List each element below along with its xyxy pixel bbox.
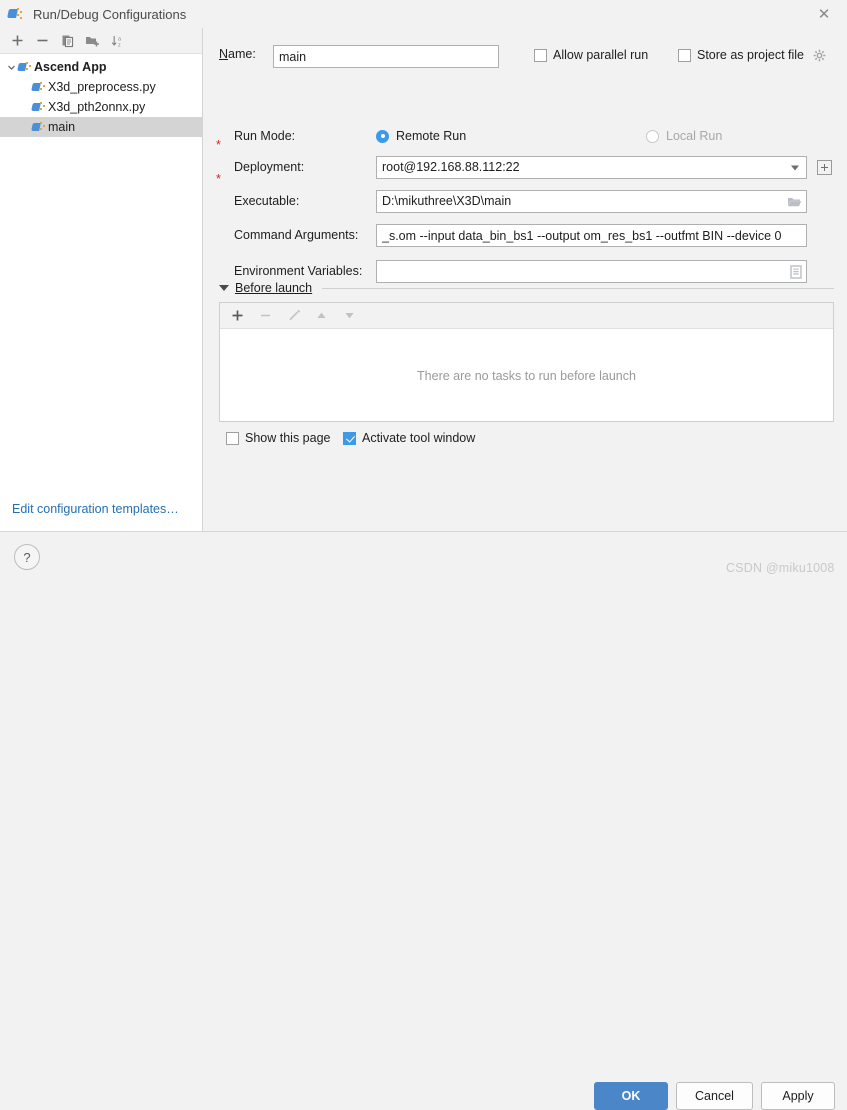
remove-configuration-button[interactable] (31, 30, 54, 51)
deployment-label: Deployment: (234, 160, 305, 174)
checkbox-box[interactable] (343, 431, 356, 445)
close-icon[interactable]: ✕ (801, 0, 847, 28)
checkbox-box[interactable] (226, 431, 239, 445)
before-launch-toolbar (220, 303, 833, 329)
tree-item-x3d-pth2onnx[interactable]: X3d_pth2onnx.py (0, 97, 202, 117)
add-task-button[interactable] (226, 305, 249, 326)
cancel-button[interactable]: Cancel (676, 1082, 753, 1110)
command-arguments-input[interactable] (376, 224, 807, 247)
activate-tool-window-checkbox[interactable]: Activate tool window (343, 431, 475, 445)
ascend-app-icon (31, 121, 46, 133)
allow-parallel-run-checkbox[interactable]: Allow parallel run (534, 48, 648, 62)
folder-open-icon[interactable] (787, 195, 802, 208)
tree-item-main[interactable]: main (0, 117, 202, 137)
apply-button[interactable]: Apply (761, 1082, 835, 1110)
configurations-tree: Ascend App X3d_preprocess.py X3d_pth2onn… (0, 54, 202, 137)
run-mode-remote-radio[interactable]: Remote Run (376, 129, 466, 143)
tree-item-label: X3d_preprocess.py (48, 79, 156, 94)
edit-task-button[interactable] (282, 305, 305, 326)
tree-item-x3d-preprocess[interactable]: X3d_preprocess.py (0, 77, 202, 97)
executable-required-marker: * (216, 172, 221, 186)
store-as-project-file-checkbox[interactable]: Store as project file (678, 48, 826, 62)
remote-run-label: Remote Run (396, 129, 467, 143)
tree-item-label: Ascend App (34, 59, 107, 74)
copy-configuration-button[interactable] (56, 30, 79, 51)
chevron-down-icon[interactable] (4, 63, 18, 72)
new-folder-button[interactable] (81, 30, 104, 51)
svg-text:z: z (118, 42, 121, 48)
gear-icon[interactable] (813, 49, 826, 62)
executable-label: Executable: (234, 194, 300, 208)
checkbox-box[interactable] (678, 48, 691, 62)
section-divider (322, 287, 834, 289)
window-title: Run/Debug Configurations (33, 6, 187, 22)
ascend-app-icon (31, 81, 46, 93)
name-label: Name: (219, 47, 256, 61)
radio-button[interactable] (376, 129, 389, 143)
configuration-form: Name: Allow parallel run Store as projec… (203, 28, 847, 531)
ascend-app-icon (17, 61, 32, 73)
before-launch-task-list: There are no tasks to run before launch (219, 302, 834, 422)
radio-button[interactable] (646, 129, 659, 143)
ascend-app-icon (7, 7, 24, 21)
tree-item-ascend-app[interactable]: Ascend App (0, 57, 202, 77)
show-this-page-checkbox[interactable]: Show this page (226, 431, 330, 445)
ascend-app-icon (31, 101, 46, 113)
list-edit-icon[interactable] (790, 264, 802, 279)
before-launch-title: Before launch (235, 281, 313, 295)
configurations-sidebar: a z Ascend App X3d_preprocess.py X3d_pth… (0, 28, 203, 531)
remove-task-button[interactable] (254, 305, 277, 326)
triangle-down-icon[interactable] (219, 285, 229, 291)
deployment-value: root@192.168.88.112:22 (382, 160, 520, 174)
add-deployment-button[interactable] (817, 160, 832, 175)
titlebar: Run/Debug Configurations ✕ (0, 0, 847, 28)
executable-value: D:\mikuthree\X3D\main (382, 194, 512, 208)
run-mode-label: Run Mode: (234, 129, 296, 143)
name-label-rest: ame: (228, 47, 256, 61)
edit-configuration-templates-link[interactable]: Edit configuration templates… (12, 502, 179, 516)
name-label-mnemonic: N (219, 47, 229, 61)
ok-button[interactable]: OK (594, 1082, 668, 1110)
activate-tool-window-label: Activate tool window (362, 431, 476, 445)
tree-item-label: main (48, 119, 76, 134)
executable-field[interactable]: D:\mikuthree\X3D\main (376, 190, 807, 213)
show-this-page-label: Show this page (245, 431, 331, 445)
sidebar-toolbar: a z (0, 28, 202, 54)
move-task-up-button[interactable] (310, 305, 333, 326)
dialog-footer: ? OK Cancel Apply (0, 531, 847, 1110)
before-launch-empty-message: There are no tasks to run before launch (417, 368, 636, 383)
run-mode-local-radio[interactable]: Local Run (646, 129, 722, 143)
help-button[interactable]: ? (14, 544, 40, 570)
deployment-required-marker: * (216, 138, 221, 152)
command-arguments-label: Command Arguments: (234, 228, 359, 242)
add-configuration-button[interactable] (6, 30, 29, 51)
checkbox-box[interactable] (534, 48, 547, 62)
local-run-label: Local Run (666, 129, 723, 143)
chevron-down-icon[interactable] (791, 165, 799, 170)
allow-parallel-run-label: Allow parallel run (553, 48, 649, 62)
tree-item-label: X3d_pth2onnx.py (48, 99, 146, 114)
sort-configurations-button[interactable]: a z (106, 30, 129, 51)
move-task-down-button[interactable] (338, 305, 361, 326)
deployment-combobox[interactable]: root@192.168.88.112:22 (376, 156, 807, 179)
environment-variables-field[interactable] (376, 260, 807, 283)
name-input[interactable] (273, 45, 499, 68)
run-debug-configurations-dialog: Run/Debug Configurations ✕ a z Ascend Ap… (0, 0, 847, 1110)
store-as-project-file-label: Store as project file (697, 48, 804, 62)
environment-variables-label: Environment Variables: (234, 264, 363, 278)
before-launch-header[interactable]: Before launch (219, 281, 834, 295)
